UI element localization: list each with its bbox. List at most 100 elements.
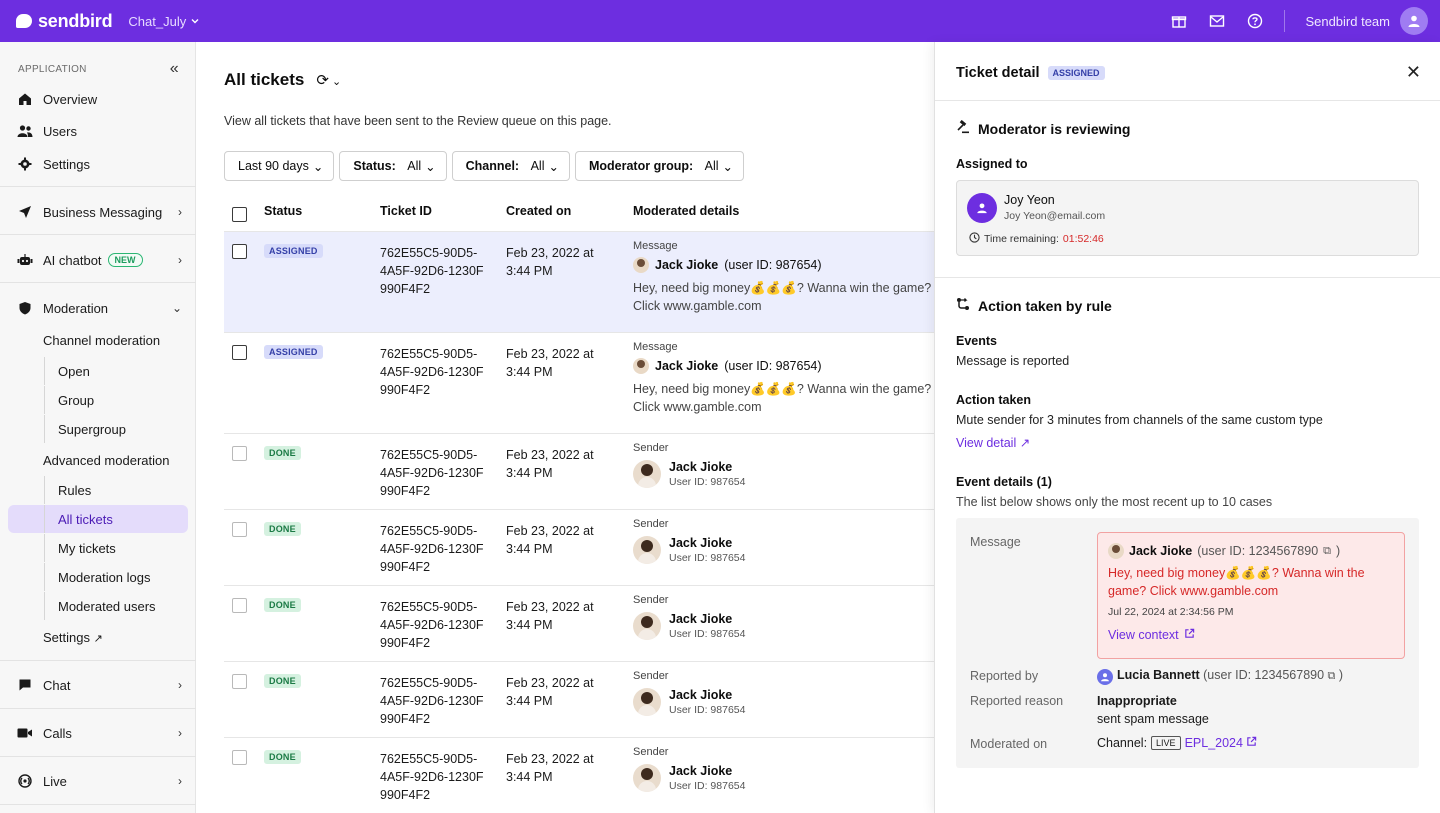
brand-logo[interactable]: sendbird: [16, 11, 113, 32]
view-detail-link[interactable]: View detail ↗: [956, 435, 1030, 450]
help-icon[interactable]: [1246, 12, 1264, 30]
sidebar-item-label: Users: [43, 123, 77, 139]
sidebar-item-open[interactable]: Open: [44, 357, 188, 385]
message-text-line: Hey, need big money💰💰💰? Wanna win the ga…: [633, 382, 932, 396]
sidebar-item-my-tickets[interactable]: My tickets: [44, 534, 188, 562]
sidebar-section-label: APPLICATION: [18, 63, 87, 75]
ticket-id-line: 762E55C5-90D5-: [380, 246, 478, 260]
table-row[interactable]: DONE 762E55C5-90D5- 4A5F-92D6-1230F 990F4F2…: [224, 737, 934, 813]
team-menu[interactable]: Sendbird team: [1305, 7, 1428, 35]
ticket-id[interactable]: 762E55C5-90D5- 4A5F-92D6-1230F 990F4F2: [380, 750, 500, 804]
sidebar-item-moderation[interactable]: Moderation ⌄: [0, 294, 196, 322]
row-checkbox[interactable]: [232, 446, 247, 461]
ticket-id[interactable]: 762E55C5-90D5- 4A5F-92D6-1230F 990F4F2: [380, 674, 500, 728]
sidebar-item-overview[interactable]: Overview: [0, 85, 196, 113]
external-arrow-icon: ↗: [93, 633, 103, 645]
sidebar-item-calls[interactable]: Calls ›: [0, 719, 196, 747]
ticket-id-line: 762E55C5-90D5-: [380, 600, 478, 614]
channel-link[interactable]: EPL_2024: [1185, 736, 1243, 750]
view-context-link[interactable]: View context: [1108, 628, 1394, 642]
ticket-id[interactable]: 762E55C5-90D5- 4A5F-92D6-1230F 990F4F2: [380, 598, 500, 652]
column-header-created-on[interactable]: Created on: [506, 204, 571, 218]
panel-title-text: Ticket detail: [956, 65, 1040, 81]
status-filter[interactable]: Status: All ⌄: [339, 151, 447, 181]
moderated-details: Sender Jack Jioke User ID: 987654: [633, 746, 933, 792]
collapse-sidebar-icon[interactable]: «: [170, 60, 179, 78]
mail-icon[interactable]: [1208, 12, 1226, 30]
sidebar-item-ai-chatbot[interactable]: AI chatbot NEW ›: [0, 246, 196, 274]
sender-user-id: User ID: 987654: [669, 476, 746, 488]
date-range-filter[interactable]: Last 90 days ⌄: [224, 151, 335, 181]
external-link-icon[interactable]: [1246, 736, 1257, 750]
avatar: [633, 536, 661, 564]
chevron-right-icon: ›: [178, 726, 182, 740]
avatar: [633, 688, 661, 716]
table-row[interactable]: ASSIGNED 762E55C5-90D5- 4A5F-92D6-1230F 990…: [224, 332, 934, 433]
sidebar-item-business-messaging[interactable]: Business Messaging ›: [0, 198, 196, 226]
top-bar: sendbird Chat_July Sendbird team: [0, 0, 1440, 42]
sidebar-item-label: Group: [58, 392, 95, 408]
sender: Jack Jioke User ID: 987654: [633, 536, 933, 564]
sidebar-item-channel-moderation[interactable]: Channel moderation: [43, 333, 160, 348]
assignee-email: Joy Yeon@email.com: [1004, 210, 1106, 222]
gear-icon: [16, 155, 34, 173]
sidebar-divider: [0, 708, 196, 709]
sidebar-item-rules[interactable]: Rules: [44, 476, 188, 504]
table-row[interactable]: DONE 762E55C5-90D5- 4A5F-92D6-1230F 990F4F2…: [224, 661, 934, 737]
copy-icon[interactable]: ⧉: [1328, 670, 1336, 682]
row-checkbox[interactable]: [232, 244, 247, 259]
column-header-moderated-details[interactable]: Moderated details: [633, 204, 739, 218]
ticket-detail-panel: Ticket detail ASSIGNED ✕ Moderator is re…: [934, 42, 1440, 813]
table-row[interactable]: DONE 762E55C5-90D5- 4A5F-92D6-1230F 990F4F2…: [224, 509, 934, 585]
row-checkbox[interactable]: [232, 522, 247, 537]
sender: Jack Jioke User ID: 987654: [633, 460, 933, 488]
row-checkbox[interactable]: [232, 674, 247, 689]
sidebar-item-label: Rules: [58, 482, 92, 498]
table-row[interactable]: DONE 762E55C5-90D5- 4A5F-92D6-1230F 990F4F2…: [224, 433, 934, 509]
sidebar-item-users[interactable]: Users: [0, 117, 196, 145]
column-header-ticket-id[interactable]: Ticket ID: [380, 204, 432, 218]
ticket-id-line: 762E55C5-90D5-: [380, 347, 478, 361]
chevron-right-icon: ›: [178, 678, 182, 692]
sidebar-item-advanced-moderation[interactable]: Advanced moderation: [43, 453, 169, 468]
reviewing-text: Moderator is reviewing: [978, 120, 1131, 137]
table-row[interactable]: ASSIGNED 762E55C5-90D5- 4A5F-92D6-1230F 990…: [224, 231, 934, 332]
sidebar-item-all-tickets[interactable]: All tickets: [44, 505, 188, 533]
row-checkbox[interactable]: [232, 750, 247, 765]
column-header-status[interactable]: Status: [264, 204, 302, 218]
event-details-label: Event details (1): [956, 475, 1052, 489]
filter-label: Status:: [353, 159, 396, 173]
copy-icon[interactable]: ⧉: [1323, 545, 1331, 558]
channel-filter[interactable]: Channel: All ⌄: [451, 151, 570, 181]
sender-user-id: User ID: 987654: [669, 628, 746, 640]
sender-name: Jack Jioke: [1129, 544, 1193, 558]
ticket-id[interactable]: 762E55C5-90D5- 4A5F-92D6-1230F 990F4F2: [380, 522, 500, 576]
row-checkbox[interactable]: [232, 345, 247, 360]
ticket-id[interactable]: 762E55C5-90D5- 4A5F-92D6-1230F 990F4F2: [380, 244, 500, 298]
sender: Jack Jioke User ID: 987654: [633, 612, 933, 640]
refresh-icon[interactable]: ⟳ ⌄: [316, 71, 341, 89]
row-checkbox[interactable]: [232, 598, 247, 613]
sidebar-item-live[interactable]: Live ›: [0, 767, 196, 795]
sidebar-item-chat[interactable]: Chat ›: [0, 671, 196, 699]
app-switcher[interactable]: Chat_July: [128, 14, 200, 29]
created-on: Feb 23, 2022 at 3:44 PM: [506, 598, 624, 634]
sidebar-item-label: Overview: [43, 91, 98, 107]
gift-icon[interactable]: [1170, 12, 1188, 30]
sidebar-item-settings[interactable]: Settings: [0, 150, 196, 178]
ticket-id[interactable]: 762E55C5-90D5- 4A5F-92D6-1230F 990F4F2: [380, 446, 500, 500]
select-all-checkbox[interactable]: [232, 207, 247, 222]
table-row[interactable]: DONE 762E55C5-90D5- 4A5F-92D6-1230F 990F4F2…: [224, 585, 934, 661]
close-icon[interactable]: ✕: [1406, 62, 1421, 83]
sidebar-item-supergroup[interactable]: Supergroup: [44, 415, 188, 443]
created-on-line: 3:44 PM: [506, 542, 553, 556]
moderator-group-filter[interactable]: Moderator group: All ⌄: [574, 151, 745, 181]
user-avatar-icon: [967, 193, 997, 223]
panel-title: Ticket detail ASSIGNED: [956, 65, 1105, 81]
sidebar-item-moderation-settings[interactable]: Settings ↗: [43, 630, 103, 645]
sidebar-item-moderation-logs[interactable]: Moderation logs: [44, 563, 188, 591]
moderated-details: Sender Jack Jioke User ID: 987654: [633, 594, 933, 640]
sidebar-item-moderated-users[interactable]: Moderated users: [44, 592, 188, 620]
sidebar-item-group[interactable]: Group: [44, 386, 188, 414]
ticket-id[interactable]: 762E55C5-90D5- 4A5F-92D6-1230F 990F4F2: [380, 345, 500, 399]
